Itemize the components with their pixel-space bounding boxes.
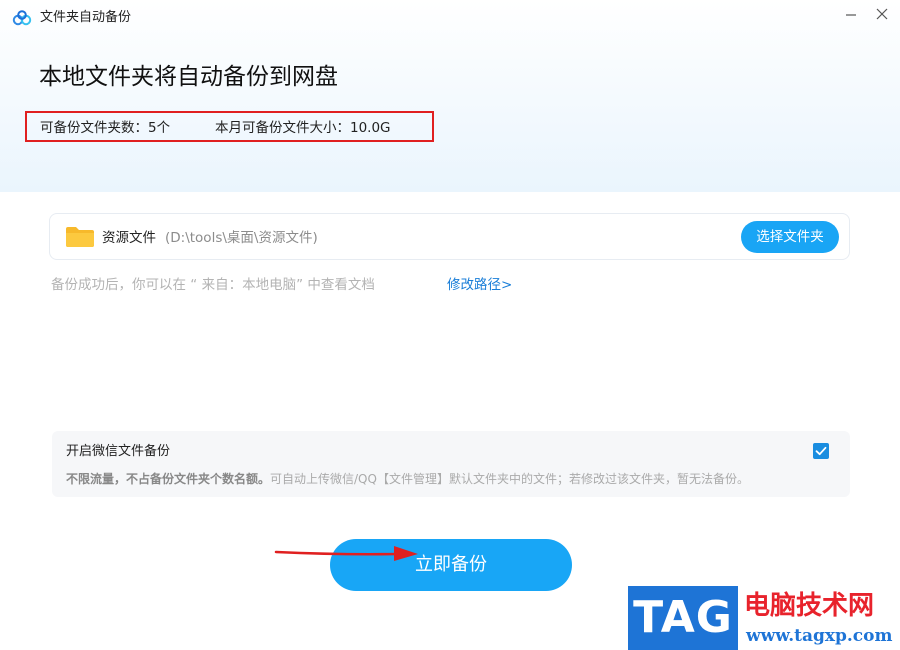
site-watermark: TAG 电脑技术网 www.tagxp.com [628,586,900,650]
title-bar[interactable]: 文件夹自动备份 [0,0,900,36]
monthly-size-stat: 本月可备份文件大小：10.0G [215,120,391,136]
window-title: 文件夹自动备份 [40,10,132,25]
watermark-site-name: 电脑技术网 [744,591,875,621]
wechat-backup-panel: 开启微信文件备份 不限流量，不占备份文件夹个数名额。可自动上传微信/QQ【文件管… [52,431,850,497]
backup-location-hint: 备份成功后，你可以在 “ 来自：本地电脑” 中查看文档 [51,277,375,293]
annotation-arrow-icon [274,546,418,561]
checkmark-icon [815,446,827,456]
minimize-icon [846,14,856,16]
folder-icon [65,226,95,248]
selected-folder-row: 资源文件 (D:\tools\桌面\资源文件) 选择文件夹 [49,213,850,260]
folder-path: (D:\tools\桌面\资源文件) [165,230,318,246]
modify-path-link[interactable]: 修改路径> [447,276,512,294]
baidu-netdisk-logo-icon [12,10,32,26]
wechat-backup-description: 不限流量，不占备份文件夹个数名额。可自动上传微信/QQ【文件管理】默认文件夹中的… [66,471,749,487]
folder-count-stat: 可备份文件夹数：5个 [40,120,171,136]
page-headline: 本地文件夹将自动备份到网盘 [39,64,338,90]
wechat-backup-title: 开启微信文件备份 [66,444,171,459]
stats-highlight-box: 可备份文件夹数：5个 本月可备份文件大小：10.0G [25,111,434,142]
watermark-tag-logo: TAG [628,586,738,650]
select-folder-button[interactable]: 选择文件夹 [741,221,839,253]
folder-name: 资源文件 [102,230,156,246]
watermark-url: www.tagxp.com [746,626,893,646]
wechat-backup-checkbox[interactable] [813,443,829,459]
close-button[interactable] [870,6,894,26]
close-icon [876,8,888,20]
minimize-button[interactable] [839,6,863,26]
wechat-desc-highlight: 不限流量，不占备份文件夹个数名额。 [66,472,271,486]
wechat-desc-detail: 可自动上传微信/QQ【文件管理】默认文件夹中的文件；若修改过该文件夹，暂无法备份… [270,472,749,486]
backup-window: 文件夹自动备份 本地文件夹将自动备份到网盘 可备份文件夹数：5个 本月可备份文件… [0,0,900,650]
